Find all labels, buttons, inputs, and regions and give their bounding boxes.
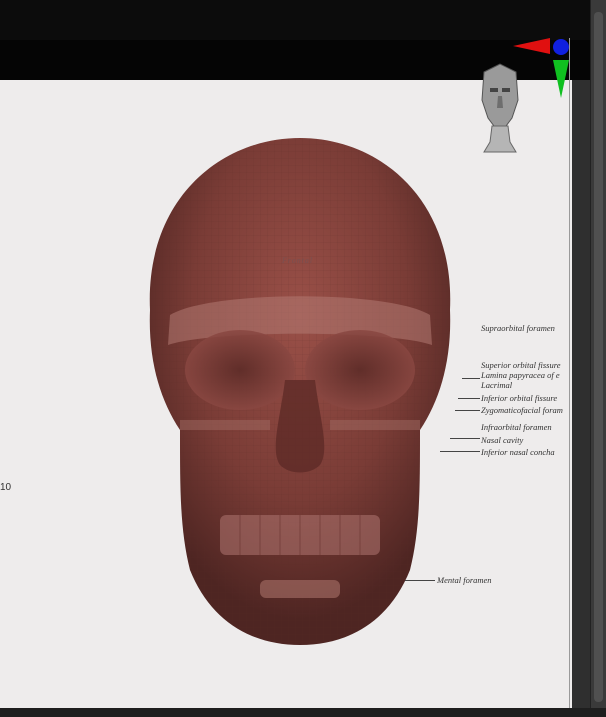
annotation-lacrimal: Lacrimal bbox=[481, 380, 513, 390]
axis-gizmo-icon[interactable] bbox=[505, 30, 575, 102]
reference-side-number: 10 bbox=[0, 482, 12, 493]
reference-border-line bbox=[569, 38, 570, 708]
annotation-zygomaticofacial: Zygomaticofacial foram bbox=[481, 405, 563, 415]
skull-label-frontal: Frontal bbox=[282, 256, 314, 265]
annotation-supraorbital: Supraorbital foramen bbox=[481, 323, 555, 333]
scrollbar-thumb[interactable] bbox=[594, 12, 603, 702]
annotation-leader-line bbox=[405, 580, 435, 581]
bottom-status-bar bbox=[0, 708, 606, 717]
vertical-scrollbar[interactable] bbox=[590, 0, 606, 717]
annotation-inferior-nasal: Inferior nasal concha bbox=[481, 447, 555, 457]
annotation-infraorbital: Infraorbital foramen bbox=[481, 422, 552, 432]
annotation-leader-line bbox=[450, 438, 480, 439]
annotation-leader-line bbox=[455, 410, 480, 411]
annotation-mental: Mental foramen bbox=[437, 575, 492, 585]
annotation-leader-line bbox=[458, 398, 480, 399]
viewport-top-bar bbox=[0, 0, 590, 41]
annotation-lamina: Lamina papyracea of e bbox=[481, 370, 560, 380]
annotation-nasal-cavity: Nasal cavity bbox=[481, 435, 524, 445]
3d-viewport[interactable]: 10 Frontal Supraorbital foramen Superior… bbox=[0, 0, 590, 717]
annotation-leader-line bbox=[462, 378, 480, 379]
annotation-inferior-orbital: Inferior orbital fissure bbox=[481, 393, 558, 403]
annotation-superior-orbital: Superior orbital fissure bbox=[481, 360, 561, 370]
skull-3d-model[interactable] bbox=[120, 130, 480, 650]
annotation-leader-line bbox=[440, 451, 480, 452]
